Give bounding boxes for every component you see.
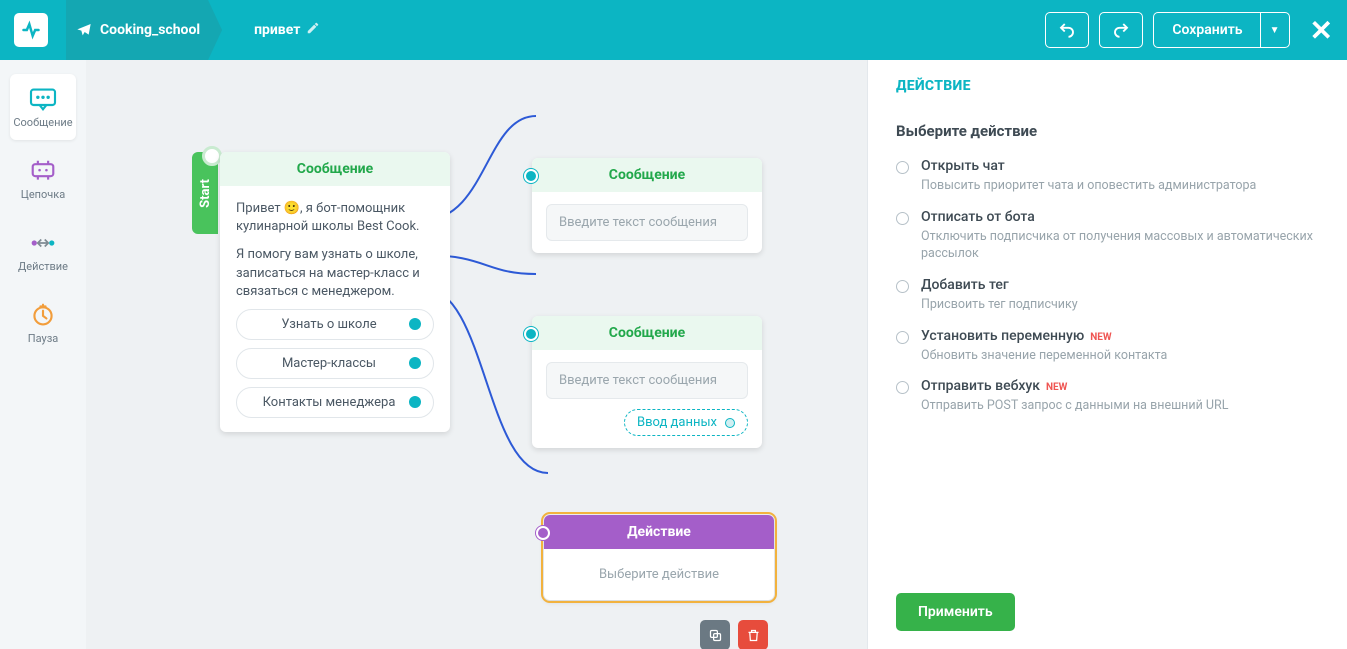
input-port[interactable]	[524, 327, 538, 341]
properties-panel: ДЕЙСТВИЕ Выберите действие Открыть чат По…	[867, 60, 1347, 649]
action-option-set-variable[interactable]: Установить переменную NEW Обновить значени…	[896, 328, 1319, 365]
node-title: Сообщение	[532, 158, 762, 192]
tool-chain[interactable]: Цепочка	[10, 146, 76, 212]
undo-button[interactable]	[1045, 12, 1089, 48]
message-placeholder[interactable]: Введите текст сообщения	[546, 204, 748, 241]
tool-label: Сообщение	[13, 116, 72, 129]
action-option-unsubscribe[interactable]: Отписать от бота Отключить подписчика от …	[896, 209, 1319, 263]
flow-canvas[interactable]: Start Сообщение Привет 🙂, я бот-помощник…	[86, 60, 867, 649]
chain-icon	[28, 158, 58, 184]
start-label: Start	[198, 179, 213, 208]
input-data-chip[interactable]: Ввод данных	[624, 409, 748, 436]
message-text-1: Привет 🙂, я бот-помощник кулинарной школ…	[236, 200, 434, 236]
action-option-open-chat[interactable]: Открыть чат Повысить приоритет чата и опо…	[896, 158, 1319, 195]
left-toolbar: Сообщение Цепочка Действие Пауза	[0, 60, 86, 649]
breadcrumb: Cooking_school привет	[66, 0, 342, 60]
radio-button[interactable]	[896, 381, 909, 394]
top-bar: Cooking_school привет Сохранить ▼ ✕	[0, 0, 1347, 60]
duplicate-node-button[interactable]	[700, 620, 730, 649]
breadcrumb-bot[interactable]: Cooking_school	[66, 0, 222, 60]
topbar-actions: Сохранить ▼ ✕	[1045, 12, 1333, 48]
connector-dot[interactable]	[409, 396, 421, 408]
option-description: Обновить значение переменной контакта	[921, 348, 1167, 365]
radio-button[interactable]	[896, 280, 909, 293]
option-button-1[interactable]: Мастер-классы	[236, 348, 434, 379]
option-title: Добавить тег	[921, 277, 1009, 293]
redo-button[interactable]	[1099, 12, 1143, 48]
close-button[interactable]: ✕	[1310, 14, 1333, 47]
bot-name: Cooking_school	[100, 22, 200, 38]
node-title: Действие	[544, 515, 774, 549]
connector-dot[interactable]	[409, 357, 421, 369]
radio-button[interactable]	[896, 212, 909, 225]
save-dropdown-button[interactable]: ▼	[1260, 12, 1290, 48]
option-description: Повысить приоритет чата и оповестить адм…	[921, 178, 1256, 195]
copy-icon	[708, 628, 723, 643]
telegram-icon	[76, 22, 92, 38]
breadcrumb-flow[interactable]: привет	[226, 0, 342, 60]
tool-label: Действие	[18, 260, 68, 273]
input-port[interactable]	[536, 526, 550, 540]
tool-label: Пауза	[28, 332, 59, 345]
edit-icon[interactable]	[306, 21, 320, 39]
option-description: Отключить подписчика от получения массов…	[921, 229, 1319, 263]
redo-icon	[1112, 21, 1130, 39]
radio-button[interactable]	[896, 161, 909, 174]
flow-name: привет	[254, 22, 300, 38]
option-description: Присвоить тег подписчику	[921, 297, 1078, 314]
new-badge: NEW	[1090, 332, 1111, 343]
start-marker[interactable]: Start	[192, 152, 218, 234]
new-badge: NEW	[1046, 382, 1067, 393]
save-button[interactable]: Сохранить	[1153, 12, 1260, 48]
tool-action[interactable]: Действие	[10, 218, 76, 284]
action-icon	[28, 230, 58, 256]
tool-message[interactable]: Сообщение	[10, 74, 76, 140]
node-message-3[interactable]: Сообщение Введите текст сообщения Ввод д…	[532, 316, 762, 448]
option-title: Открыть чат	[921, 158, 1005, 174]
connector-dot[interactable]	[725, 418, 735, 428]
option-button-2[interactable]: Контакты менеджера	[236, 387, 434, 418]
pause-icon	[28, 302, 58, 328]
tool-label: Цепочка	[21, 188, 65, 201]
option-button-0[interactable]: Узнать о школе	[236, 309, 434, 340]
node-message-2[interactable]: Сообщение Введите текст сообщения	[532, 158, 762, 253]
app-logo[interactable]	[14, 13, 48, 47]
trash-icon	[746, 628, 761, 643]
action-option-add-tag[interactable]: Добавить тег Присвоить тег подписчику	[896, 277, 1319, 314]
connector-dot[interactable]	[409, 318, 421, 330]
node-message-main[interactable]: Сообщение Привет 🙂, я бот-помощник кулин…	[220, 152, 450, 432]
option-title: Отписать от бота	[921, 209, 1035, 225]
node-body: Привет 🙂, я бот-помощник кулинарной школ…	[220, 186, 450, 432]
option-title: Установить переменную	[921, 328, 1084, 344]
radio-button[interactable]	[896, 331, 909, 344]
option-description: Отправить POST запрос с данными на внешн…	[921, 398, 1228, 415]
node-toolbar	[700, 620, 768, 649]
node-title: Сообщение	[220, 152, 450, 186]
delete-node-button[interactable]	[738, 620, 768, 649]
panel-subtitle: Выберите действие	[896, 122, 1319, 140]
message-text-2: Я помогу вам узнать о школе, записаться …	[236, 246, 434, 301]
action-option-webhook[interactable]: Отправить вебхук NEW Отправить POST запрос…	[896, 378, 1319, 415]
tool-pause[interactable]: Пауза	[10, 290, 76, 356]
undo-icon	[1058, 21, 1076, 39]
action-placeholder[interactable]: Выберите действие	[544, 549, 774, 600]
apply-button[interactable]: Применить	[896, 593, 1015, 631]
node-title: Сообщение	[532, 316, 762, 350]
panel-title: ДЕЙСТВИЕ	[896, 78, 1319, 94]
node-action[interactable]: Действие Выберите действие	[544, 515, 774, 600]
pulse-icon	[21, 20, 41, 40]
message-icon	[28, 86, 58, 112]
message-placeholder[interactable]: Введите текст сообщения	[546, 362, 748, 399]
input-port[interactable]	[524, 169, 538, 183]
option-title: Отправить вебхук	[921, 378, 1040, 394]
